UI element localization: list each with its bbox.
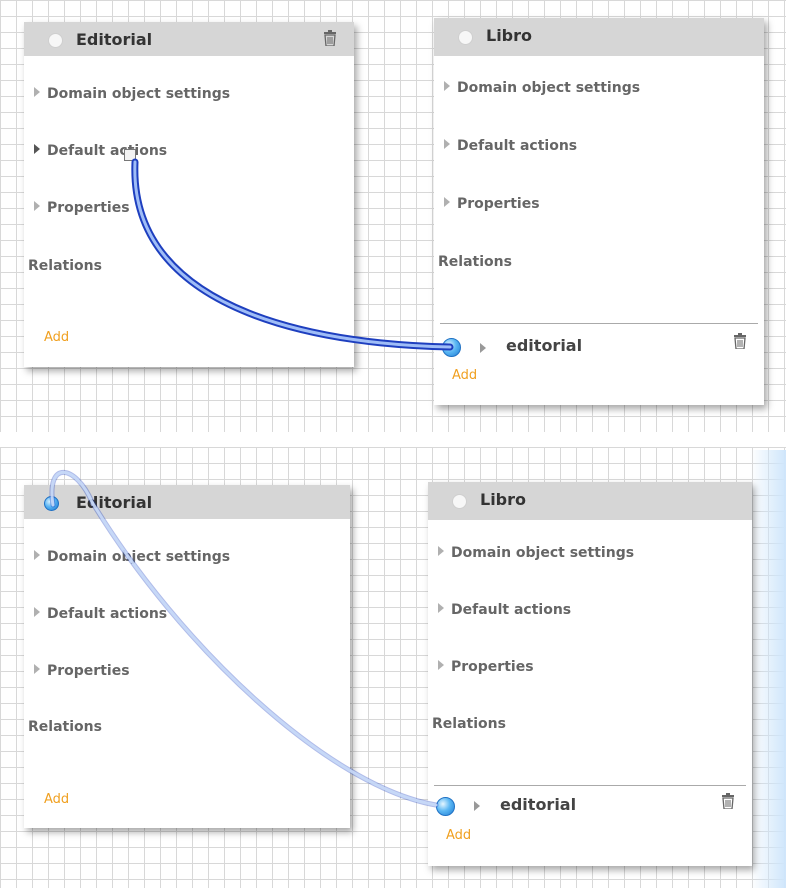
section-label: Default actions [451, 602, 572, 618]
section-label: Default actions [457, 138, 578, 154]
entity-title: Libro [480, 490, 527, 509]
collapse-arrow-icon [34, 607, 40, 617]
collapse-arrow-icon [444, 81, 450, 91]
section-label: Domain object settings [47, 549, 231, 565]
section-properties[interactable]: Properties [444, 196, 540, 212]
window-edge-glow [750, 450, 786, 888]
entity-card-libro[interactable]: Libro Domain object settings Default act… [434, 18, 764, 405]
section-label: Default actions [47, 143, 168, 159]
entity-radio-icon[interactable] [452, 494, 467, 509]
add-relation-link[interactable]: Add [452, 368, 477, 383]
relations-label: Relations [438, 254, 512, 270]
section-default-actions[interactable]: Default actions [438, 602, 571, 618]
entity-title: Libro [486, 26, 533, 45]
trash-icon[interactable] [721, 793, 735, 809]
section-domain-object-settings[interactable]: Domain object settings [444, 80, 640, 96]
section-default-actions[interactable]: Default actions [34, 143, 167, 159]
connection-port-icon[interactable] [436, 797, 455, 816]
section-label: Properties [47, 200, 130, 216]
drag-handle-icon[interactable] [124, 149, 136, 161]
relation-divider [434, 785, 746, 786]
entity-card-libro[interactable]: Libro Domain object settings Default act… [428, 482, 752, 866]
section-label: Properties [47, 663, 130, 679]
collapse-arrow-icon [444, 139, 450, 149]
section-domain-object-settings[interactable]: Domain object settings [438, 545, 634, 561]
relations-label: Relations [432, 716, 506, 732]
section-properties[interactable]: Properties [438, 659, 534, 675]
section-label: Default actions [47, 606, 168, 622]
entity-header[interactable]: Editorial [24, 485, 350, 519]
collapse-arrow-icon [34, 664, 40, 674]
canvas-bottom[interactable]: Editorial Domain object settings Default… [0, 447, 786, 888]
entity-radio-icon[interactable] [458, 30, 473, 45]
section-label: Domain object settings [451, 545, 635, 561]
relation-expand-arrow-icon[interactable] [474, 801, 480, 811]
section-domain-object-settings[interactable]: Domain object settings [34, 549, 230, 565]
trash-icon[interactable] [323, 30, 337, 46]
relations-label: Relations [28, 258, 102, 274]
canvas-top[interactable]: Editorial Domain object settings Default… [0, 0, 786, 432]
section-domain-object-settings[interactable]: Domain object settings [34, 86, 230, 102]
entity-radio-icon[interactable] [48, 33, 63, 48]
collapse-arrow-icon [438, 603, 444, 613]
collapse-arrow-icon [34, 87, 40, 97]
section-label: Domain object settings [457, 80, 641, 96]
section-properties[interactable]: Properties [34, 200, 130, 216]
relation-divider [440, 323, 758, 324]
section-label: Domain object settings [47, 86, 231, 102]
add-relation-link[interactable]: Add [44, 792, 69, 807]
connection-port-icon[interactable] [44, 496, 59, 511]
relation-expand-arrow-icon[interactable] [480, 343, 486, 353]
entity-header[interactable]: Libro [428, 482, 752, 520]
section-label: Properties [451, 659, 534, 675]
collapse-arrow-icon [34, 201, 40, 211]
entity-title: Editorial [76, 493, 153, 512]
section-default-actions[interactable]: Default actions [34, 606, 167, 622]
collapse-arrow-icon [438, 546, 444, 556]
entity-header[interactable]: Libro [434, 18, 764, 56]
collapse-arrow-icon [444, 197, 450, 207]
relation-name[interactable]: editorial [500, 795, 576, 814]
section-default-actions[interactable]: Default actions [444, 138, 577, 154]
section-label: Properties [457, 196, 540, 212]
collapse-arrow-icon [34, 550, 40, 560]
collapse-arrow-icon [438, 660, 444, 670]
entity-card-editorial[interactable]: Editorial Domain object settings Default… [24, 485, 350, 828]
add-relation-link[interactable]: Add [446, 828, 471, 843]
collapse-arrow-icon [34, 144, 40, 154]
entity-card-editorial[interactable]: Editorial Domain object settings Default… [24, 22, 354, 367]
trash-icon[interactable] [733, 333, 747, 349]
relations-label: Relations [28, 719, 102, 735]
entity-header[interactable]: Editorial [24, 22, 354, 56]
relation-name[interactable]: editorial [506, 336, 582, 355]
connection-port-icon[interactable] [442, 338, 461, 357]
add-relation-link[interactable]: Add [44, 330, 69, 345]
entity-title: Editorial [76, 30, 153, 49]
section-properties[interactable]: Properties [34, 663, 130, 679]
